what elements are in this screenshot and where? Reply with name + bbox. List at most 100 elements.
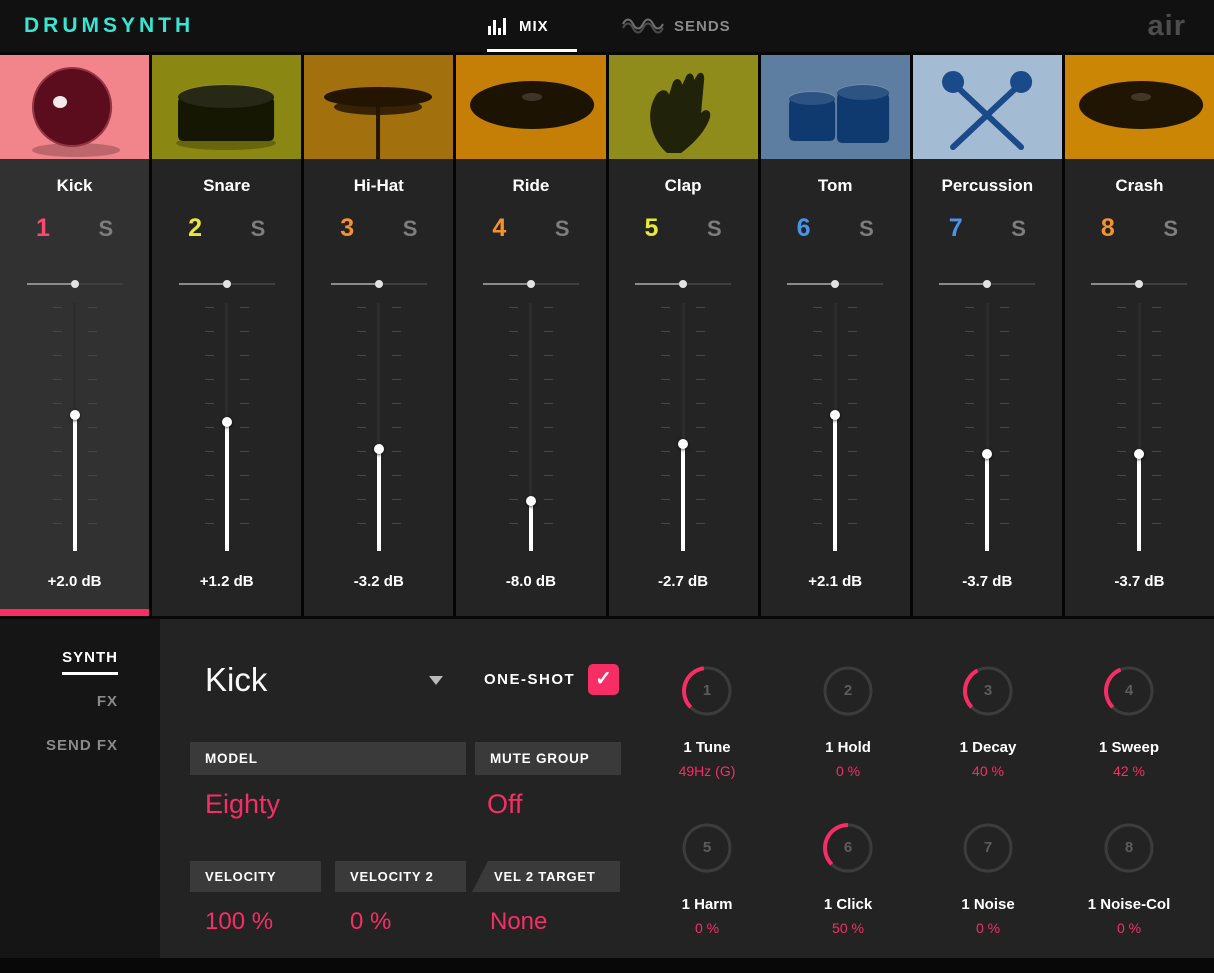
pan-handle[interactable]	[831, 280, 840, 288]
velocity-value[interactable]: 100 %	[205, 908, 273, 936]
channel-thumbnail[interactable]	[0, 55, 150, 159]
channel-strip-crash[interactable]: Crash 8 S -3.7 dB	[1064, 55, 1214, 616]
pan-slider[interactable]	[178, 279, 275, 289]
model-field[interactable]: MODEL	[190, 742, 466, 775]
pan-handle[interactable]	[222, 280, 231, 288]
pan-handle[interactable]	[526, 280, 535, 288]
knob-face[interactable]: 5	[679, 820, 735, 876]
velocity2-value[interactable]: 0 %	[350, 908, 391, 936]
channel-db-value: -3.7 dB	[1114, 573, 1165, 590]
pan-handle[interactable]	[70, 280, 79, 288]
channel-strip-percussion[interactable]: Percussion 7 S -3.7 dB	[912, 55, 1062, 616]
fader-handle[interactable]	[1134, 449, 1145, 460]
pan-slider[interactable]	[635, 279, 732, 289]
tab-sends[interactable]: SENDS	[622, 0, 731, 52]
pan-slider[interactable]	[26, 279, 123, 289]
knob-1-sweep[interactable]: 4 1 Sweep 42 %	[1059, 663, 1199, 780]
one-shot-checkbox[interactable]: ✓	[588, 664, 619, 695]
volume-fader[interactable]	[196, 303, 258, 551]
knob-face[interactable]: 2	[820, 663, 876, 719]
knob-label: 1 Sweep	[1098, 739, 1160, 756]
solo-button[interactable]: S	[707, 216, 722, 242]
knob-face[interactable]: 3	[960, 663, 1016, 719]
active-tab-underline	[487, 49, 577, 52]
knob-1-decay[interactable]: 3 1 Decay 40 %	[918, 663, 1058, 780]
vel2-target-field[interactable]: VEL 2 TARGET	[472, 861, 620, 892]
knob-face[interactable]: 4	[1101, 663, 1157, 719]
sidebar-item-fx[interactable]: FX	[0, 693, 160, 711]
fader-handle[interactable]	[69, 409, 80, 420]
solo-button[interactable]: S	[98, 216, 113, 242]
knob-face[interactable]: 1	[679, 663, 735, 719]
knob-1-click[interactable]: 6 1 Click 50 %	[778, 820, 918, 937]
channel-strip-tom[interactable]: Tom 6 S +2.1 dB	[760, 55, 910, 616]
knob-value: 0 %	[835, 763, 861, 779]
vel2-target-value[interactable]: None	[490, 908, 547, 936]
fader-handle[interactable]	[525, 496, 536, 507]
knob-1-hold[interactable]: 2 1 Hold 0 %	[778, 663, 918, 780]
model-value[interactable]: Eighty	[205, 789, 280, 820]
channel-thumbnail[interactable]	[456, 55, 606, 159]
mute-group-field[interactable]: MUTE GROUP	[475, 742, 621, 775]
volume-fader[interactable]	[44, 303, 106, 551]
channel-number: 6	[796, 214, 811, 242]
velocity2-field[interactable]: VELOCITY 2	[335, 861, 466, 892]
channel-thumbnail[interactable]	[304, 55, 454, 159]
fader-ticks-right	[87, 307, 97, 547]
knob-label: 1 Harm	[681, 896, 733, 913]
solo-button[interactable]: S	[859, 216, 874, 242]
fader-handle[interactable]	[221, 417, 232, 428]
volume-fader[interactable]	[500, 303, 562, 551]
pan-handle[interactable]	[679, 280, 688, 288]
channel-strip-hi-hat[interactable]: Hi-Hat 3 S -3.2 dB	[304, 55, 454, 616]
channel-strip-kick[interactable]: Kick 1 S +2.0 dB	[0, 55, 150, 616]
volume-fader[interactable]	[1108, 303, 1170, 551]
knob-1-harm[interactable]: 5 1 Harm 0 %	[637, 820, 777, 937]
tab-sends-label: SENDS	[674, 17, 731, 35]
knob-face[interactable]: 6	[820, 820, 876, 876]
solo-button[interactable]: S	[1163, 216, 1178, 242]
pan-slider[interactable]	[330, 279, 427, 289]
pan-handle[interactable]	[983, 280, 992, 288]
channel-number: 4	[492, 214, 507, 242]
fader-handle[interactable]	[373, 444, 384, 455]
channel-strip-ride[interactable]: Ride 4 S -8.0 dB	[456, 55, 606, 616]
fader-handle[interactable]	[678, 439, 689, 450]
fader-handle[interactable]	[830, 409, 841, 420]
solo-button[interactable]: S	[555, 216, 570, 242]
knob-face[interactable]: 7	[960, 820, 1016, 876]
sidebar-item-synth[interactable]: SYNTH	[0, 649, 160, 675]
tab-mix[interactable]: MIX	[487, 0, 549, 52]
pan-slider[interactable]	[1091, 279, 1188, 289]
channel-strip-clap[interactable]: Clap 5 S -2.7 dB	[608, 55, 758, 616]
channel-thumbnail[interactable]	[1064, 55, 1214, 159]
knob-1-noise[interactable]: 7 1 Noise 0 %	[918, 820, 1058, 937]
pan-handle[interactable]	[1135, 280, 1144, 288]
mute-group-value[interactable]: Off	[487, 789, 523, 820]
sidebar-item-send-fx[interactable]: SEND FX	[0, 737, 160, 755]
channel-thumbnail[interactable]	[608, 55, 758, 159]
pan-slider[interactable]	[939, 279, 1036, 289]
knob-1-tune[interactable]: 1 1 Tune 49Hz (G)	[637, 663, 777, 780]
volume-fader[interactable]	[956, 303, 1018, 551]
fader-handle[interactable]	[982, 449, 993, 460]
knob-face[interactable]: 8	[1101, 820, 1157, 876]
volume-fader[interactable]	[348, 303, 410, 551]
velocity-field[interactable]: VELOCITY	[190, 861, 321, 892]
mute-group-field-label: MUTE GROUP	[490, 751, 590, 766]
solo-button[interactable]: S	[1011, 216, 1026, 242]
pan-handle[interactable]	[374, 280, 383, 288]
solo-button[interactable]: S	[251, 216, 266, 242]
knob-index: 3	[983, 682, 993, 699]
instrument-selector[interactable]: Kick	[205, 661, 443, 699]
pan-slider[interactable]	[482, 279, 579, 289]
channel-thumbnail[interactable]	[152, 55, 302, 159]
solo-button[interactable]: S	[403, 216, 418, 242]
volume-fader[interactable]	[652, 303, 714, 551]
channel-thumbnail[interactable]	[912, 55, 1062, 159]
volume-fader[interactable]	[804, 303, 866, 551]
knob-1-noise-col[interactable]: 8 1 Noise-Col 0 %	[1059, 820, 1199, 937]
channel-thumbnail[interactable]	[760, 55, 910, 159]
channel-strip-snare[interactable]: Snare 2 S +1.2 dB	[152, 55, 302, 616]
pan-slider[interactable]	[787, 279, 884, 289]
